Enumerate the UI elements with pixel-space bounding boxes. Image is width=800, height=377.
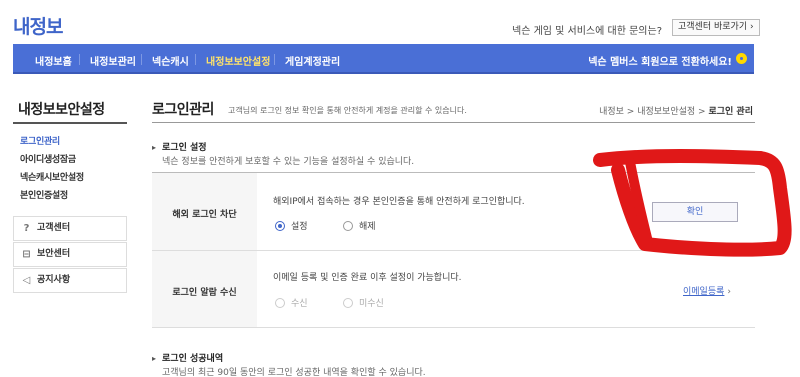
sidebar-menu: 로그인관리 아이디생성잠금 넥슨캐시보안설정 본인인증설정 (20, 134, 84, 206)
customer-center-button[interactable]: 고객센터 바로가기 › (672, 19, 760, 36)
sidebar-notice[interactable]: ◁ 공지사항 (13, 268, 127, 293)
row-label-alarm: 로그인 알람 수신 (152, 251, 257, 327)
page-description: 고객님의 로그인 정보 확인을 통해 안전하게 계정을 관리할 수 있습니다. (228, 106, 467, 115)
confirm-button[interactable]: 확인 (652, 202, 738, 222)
nav-divider (195, 54, 196, 65)
overseas-radio-on[interactable]: 설정 (275, 219, 308, 232)
overseas-block-desc: 해외IP에서 접속하는 경우 본인인증을 통해 안전하게 로그인합니다. (273, 197, 525, 207)
logo[interactable]: 내정보 (13, 12, 63, 39)
sidebar-item-cash-security[interactable]: 넥슨캐시보안설정 (20, 170, 84, 188)
nav-divider (141, 54, 142, 65)
section-login-history-title: 로그인 성공내역 (152, 351, 223, 364)
members-promo[interactable]: 넥슨 멤버스 회원으로 전환하세요! (588, 53, 732, 68)
title-divider (152, 122, 755, 123)
lock-icon: ⊟ (22, 249, 31, 260)
promo-arrow-icon[interactable] (736, 53, 747, 64)
sidebar-security-center[interactable]: ⊟ 보안센터 (13, 242, 127, 267)
radio-checked-icon (275, 221, 285, 231)
inquiry-text: 넥슨 게임 및 서비스에 대한 문의는? (512, 26, 663, 37)
alarm-desc: 이메일 등록 및 인증 완료 이후 설정이 가능합니다. (273, 273, 462, 283)
sidebar-box-label: 공지사항 (37, 275, 71, 285)
section-login-settings-title: 로그인 설정 (152, 140, 207, 153)
table-bottom-border (152, 327, 755, 328)
page: 내정보 넥슨 게임 및 서비스에 대한 문의는? 고객센터 바로가기 › 내정보… (0, 0, 800, 377)
nav-divider (79, 54, 80, 65)
email-register-link[interactable]: 이메일등록 › (683, 284, 731, 297)
page-title: 로그인관리 (152, 102, 214, 118)
main-nav: 내정보홈 내정보관리 넥슨캐시 내정보보안설정 게임계정관리 넥슨 멤버스 회원… (13, 44, 754, 74)
breadcrumb-item[interactable]: 내정보 (599, 107, 624, 117)
sidebar-item-id-lock[interactable]: 아이디생성잠금 (20, 152, 84, 170)
question-circle-icon: ? (23, 223, 30, 234)
breadcrumb-item[interactable]: 내정보보안설정 (637, 107, 695, 117)
nav-item-security[interactable]: 내정보보안설정 (206, 53, 270, 68)
radio-disabled-icon (275, 298, 285, 308)
sidebar-item-verification[interactable]: 본인인증설정 (20, 188, 84, 206)
sidebar-box-label: 보안센터 (37, 249, 71, 259)
row-label-overseas: 해외 로그인 차단 (152, 173, 257, 250)
sidebar-customer-center[interactable]: ? 고객센터 (13, 216, 127, 241)
radio-disabled-icon (343, 298, 353, 308)
radio-unchecked-icon (343, 221, 353, 231)
overseas-radio-off[interactable]: 해제 (343, 219, 376, 232)
chevron-right-icon: › (727, 287, 732, 297)
nav-item-info[interactable]: 내정보관리 (90, 53, 136, 68)
sidebar-divider (13, 122, 127, 124)
nav-item-cash[interactable]: 넥슨캐시 (152, 53, 189, 68)
sidebar-title: 내정보보안설정 (18, 102, 105, 118)
nav-item-home[interactable]: 내정보홈 (35, 53, 72, 68)
alarm-radio-receive[interactable]: 수신 (275, 296, 308, 309)
section-login-settings-desc: 넥슨 정보를 안전하게 보호할 수 있는 기능을 설정하실 수 있습니다. (162, 157, 415, 167)
section-login-history-desc: 고객님의 최근 90일 동안의 로그인 성공한 내역을 확인할 수 있습니다. (162, 368, 426, 377)
nav-divider (274, 54, 275, 65)
breadcrumb-current: 로그인 관리 (708, 107, 753, 117)
breadcrumb: 내정보 > 내정보보안설정 > 로그인 관리 (599, 107, 753, 117)
sidebar-box-label: 고객센터 (37, 223, 71, 233)
sidebar-item-login[interactable]: 로그인관리 (20, 134, 84, 152)
nav-item-game-account[interactable]: 게임계정관리 (285, 53, 340, 68)
alarm-radio-no-receive[interactable]: 미수신 (343, 296, 384, 309)
megaphone-icon: ◁ (22, 275, 31, 286)
